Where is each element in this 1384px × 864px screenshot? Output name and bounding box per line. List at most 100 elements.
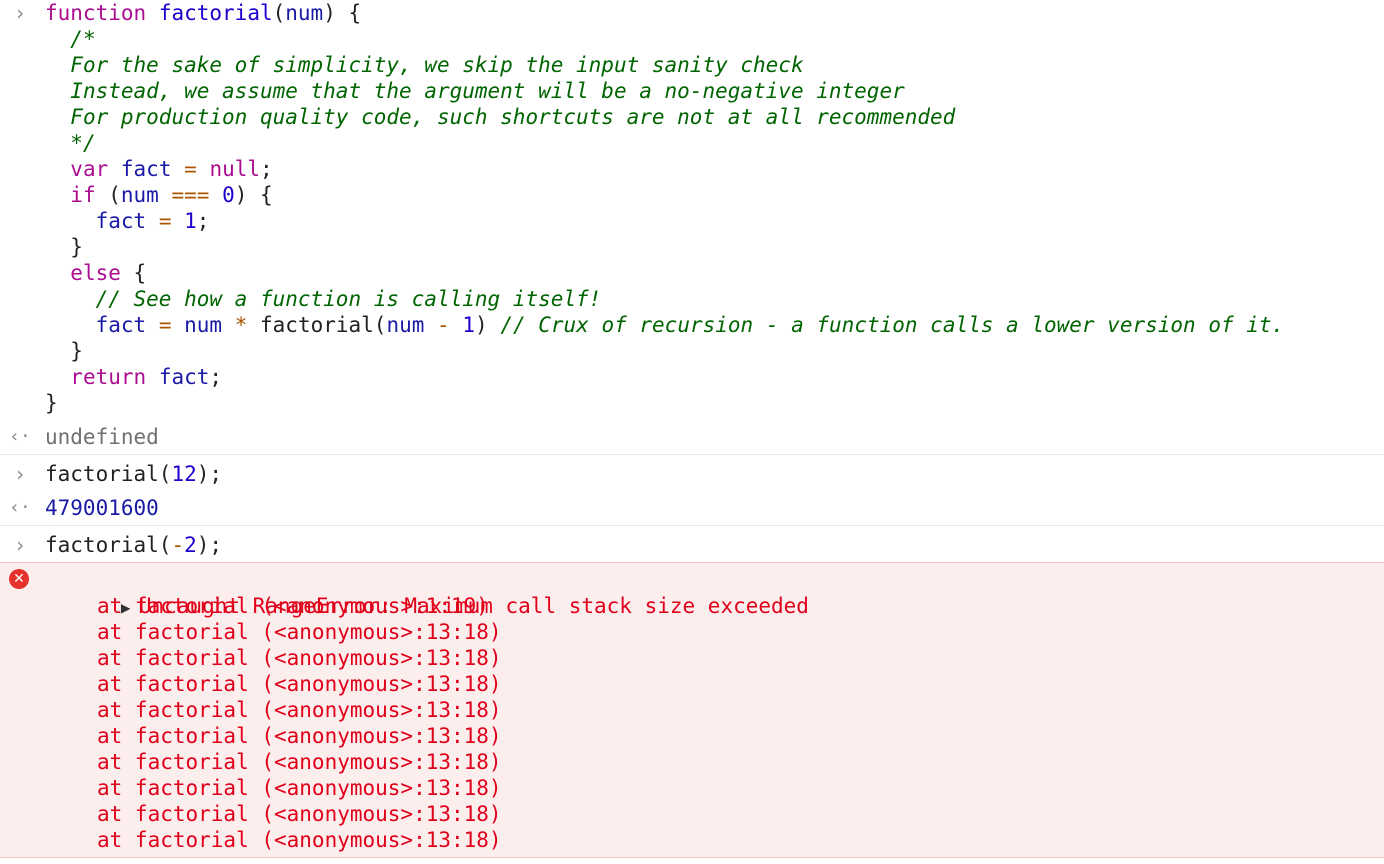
stack-frame[interactable]: at factorial (<anonymous>:13:18) [0,723,1384,749]
code-token: ) [475,313,501,337]
code-line: */ [0,130,1384,156]
call-expression: factorial(-2); [0,532,1384,558]
result-value[interactable]: undefined [0,424,1384,450]
code-token: num [184,313,223,337]
code-token: return [70,365,147,389]
code-token: fact [120,157,172,181]
code-token: factorial( [45,533,172,557]
code-token: if [70,183,96,207]
stack-frame[interactable]: at factorial (<anonymous>:13:18) [0,619,1384,645]
code-token: 2 [184,533,197,557]
code-token: ) { [234,183,273,207]
error-stack-trace: at factorial (<anonymous>:1:19) at factor… [0,593,1384,853]
result-value[interactable]: 479001600 [0,495,1384,521]
code-token: 1 [184,209,197,233]
code-token: num [386,313,425,337]
code-token: fact [95,313,147,337]
call-expression: factorial(12); [0,461,1384,487]
input-prompt-icon: › [13,1,27,25]
code-token: ; [260,157,273,181]
code-line: function factorial(num) { [0,0,1384,26]
code-token: ); [196,462,223,486]
code-token: } [45,235,83,259]
code-token: fact [95,209,147,233]
code-token: function [45,1,147,25]
console-result-479001600: ‹· 479001600 [0,487,1384,526]
code-token: // Crux of recursion - a function calls … [500,313,1285,337]
code-token: /* [70,27,96,51]
stack-frame[interactable]: at factorial (<anonymous>:13:18) [0,775,1384,801]
code-line: if (num === 0) { [0,182,1384,208]
code-token: ; [196,209,210,233]
code-token: === [171,183,210,207]
console-error-range-error: ✕ ▶ Uncaught RangeError: Maximum call sta… [0,562,1384,858]
code-block: function factorial(num) { /* For the sak… [0,0,1384,416]
code-line: var fact = null; [0,156,1384,182]
stack-frame[interactable]: at factorial (<anonymous>:13:18) [0,827,1384,853]
code-line: For the sake of simplicity, we skip the … [0,52,1384,78]
input-prompt-icon: › [13,462,27,486]
code-line: fact = 1; [0,208,1384,234]
stack-frame[interactable]: at factorial (<anonymous>:13:18) [0,801,1384,827]
stack-frame[interactable]: at factorial (<anonymous>:13:18) [0,697,1384,723]
console-input-call-12[interactable]: › factorial(12); [0,455,1384,487]
code-token: 0 [222,183,235,207]
code-token: } [45,339,83,363]
code-token: ); [196,533,223,557]
code-token: * [234,313,248,337]
code-token: For the sake of simplicity, we skip the … [70,53,804,77]
code-token: factorial [158,1,273,25]
code-token: - [437,313,450,337]
console-result-undefined: ‹· undefined [0,416,1384,455]
code-token: 12 [171,462,197,486]
code-token: fact [158,365,210,389]
code-token: factorial( [247,313,387,337]
stack-frame[interactable]: at factorial (<anonymous>:13:18) [0,645,1384,671]
code-token: num [285,1,324,25]
result-arrow-icon: ‹· [9,426,31,447]
stack-frame[interactable]: at factorial (<anonymous>:13:18) [0,671,1384,697]
code-token: = [184,157,197,181]
code-token: { [120,261,147,285]
code-token: var [70,157,109,181]
code-line: else { [0,260,1384,286]
result-arrow-icon: ‹· [9,497,31,518]
console-input-function-def[interactable]: › function factorial(num) { /* For the s… [0,0,1384,416]
code-line: return fact; [0,364,1384,390]
code-token: */ [70,131,96,155]
error-message-line[interactable]: ▶ Uncaught RangeError: Maximum call stack… [0,567,1384,618]
code-line: For production quality code, such shortc… [0,104,1384,130]
code-token: factorial( [45,462,172,486]
code-line: /* [0,26,1384,52]
code-token: ; [209,365,223,389]
stack-frame[interactable]: at factorial (<anonymous>:13:18) [0,749,1384,775]
console-input-call-neg2[interactable]: › factorial(-2); [0,526,1384,562]
code-token: else [70,261,121,285]
code-line: } [0,234,1384,260]
code-token: // See how a function is calling itself! [95,287,602,311]
code-token: = [158,209,172,233]
code-token: } [45,391,58,415]
